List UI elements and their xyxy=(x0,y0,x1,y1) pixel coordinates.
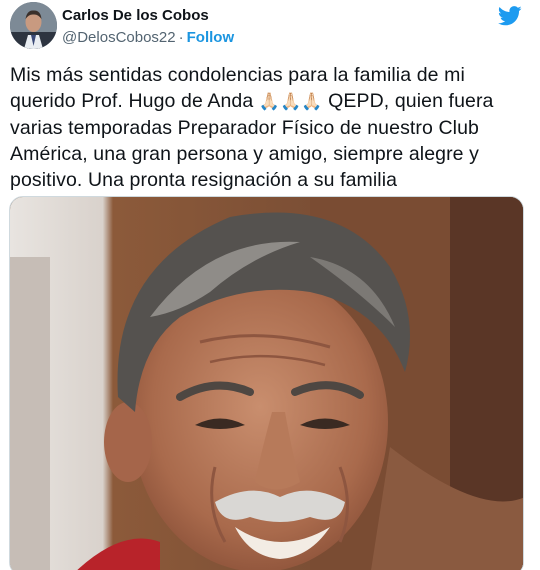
author-display-name[interactable]: Carlos De los Cobos xyxy=(62,6,234,26)
folded-hands-icon: 🙏🏻🙏🏻🙏🏻 xyxy=(258,92,323,112)
meta-separator: · xyxy=(178,29,184,46)
tweet-header: Carlos De los Cobos @DelosCobos22 · Follow xyxy=(10,0,530,56)
author-handle[interactable]: @DelosCobos22 xyxy=(62,29,176,46)
author-info: Carlos De los Cobos @DelosCobos22 · Follow xyxy=(62,6,234,48)
tweet-photo[interactable] xyxy=(9,196,524,570)
tweet-card: Carlos De los Cobos @DelosCobos22 · Follow… xyxy=(0,0,540,570)
avatar[interactable] xyxy=(10,2,57,49)
twitter-bird-icon[interactable] xyxy=(497,6,522,26)
author-meta: @DelosCobos22 · Follow xyxy=(62,28,234,48)
tweet-text: Mis más sentidas condolencias para la fa… xyxy=(10,62,522,193)
follow-button[interactable]: Follow xyxy=(187,29,235,46)
